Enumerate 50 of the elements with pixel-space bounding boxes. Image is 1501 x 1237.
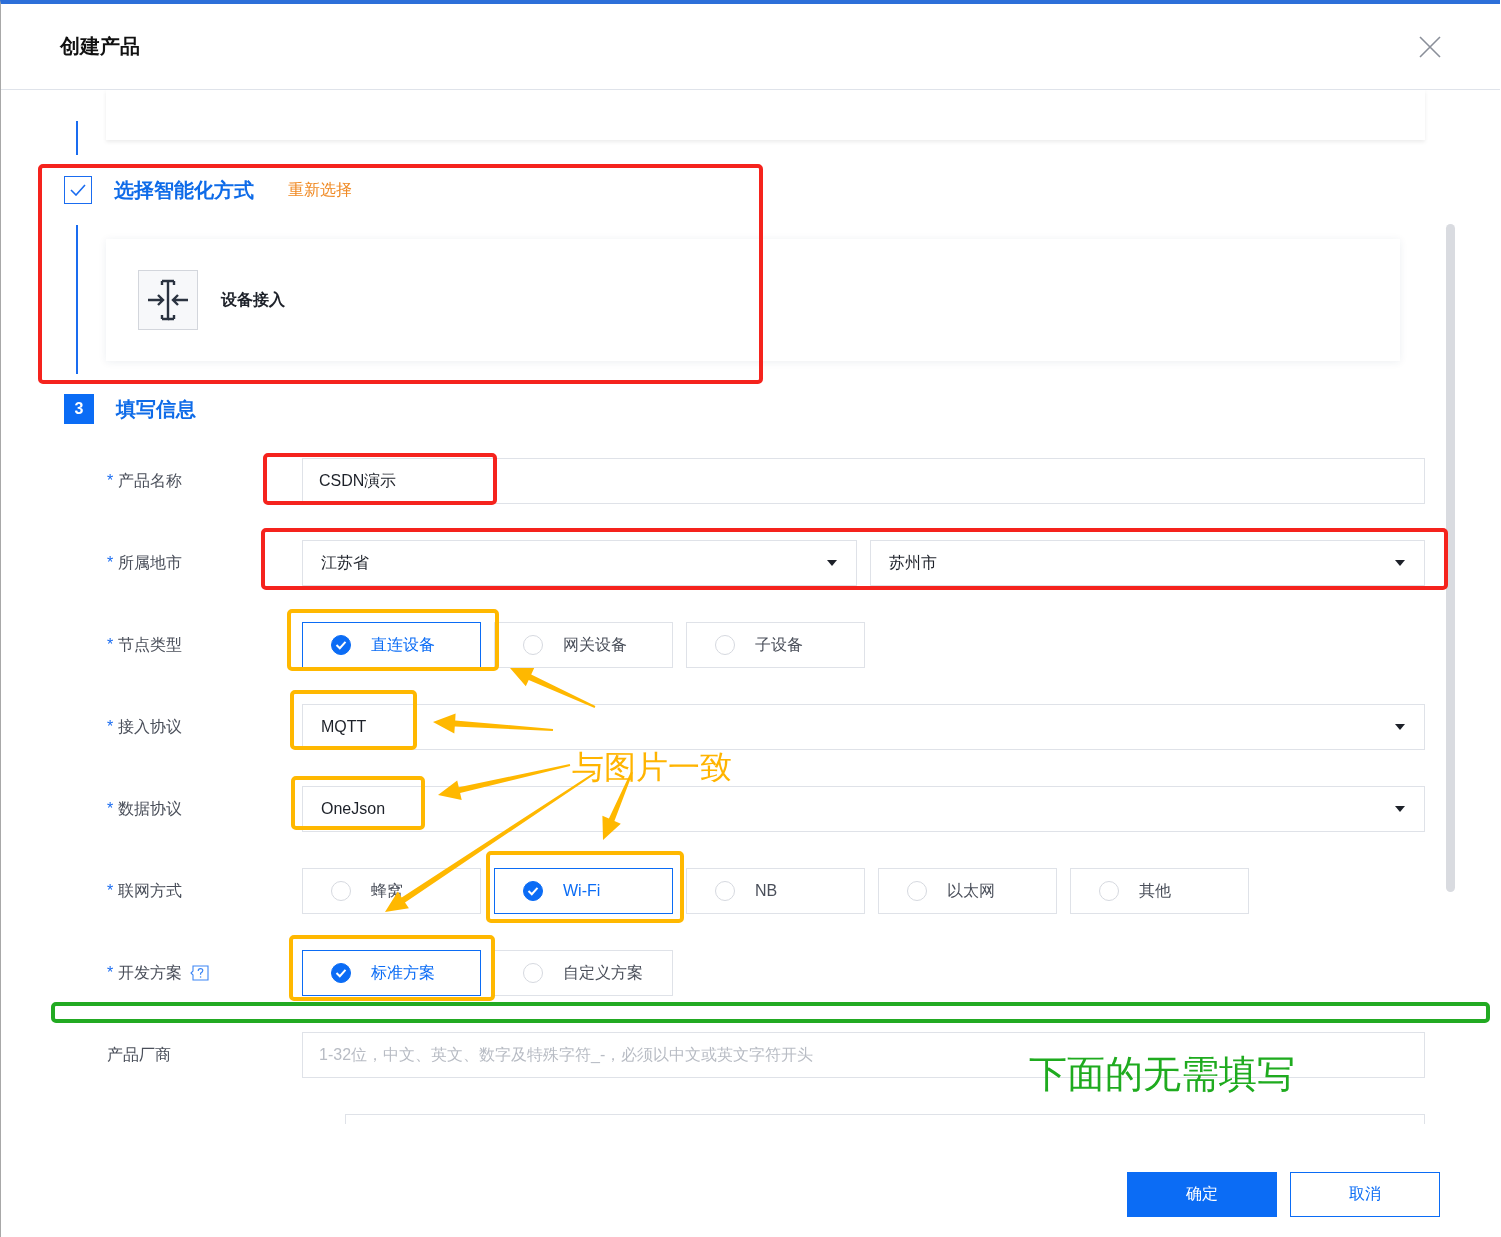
scrollbar[interactable] <box>1446 224 1455 892</box>
step-title: 选择智能化方式 <box>114 177 254 203</box>
field-label: 接入协议 <box>118 716 183 737</box>
help-icon[interactable] <box>190 965 210 981</box>
required-mark: * <box>107 554 114 572</box>
radio-option[interactable]: NB <box>686 868 865 914</box>
field-label: 联网方式 <box>118 880 183 901</box>
field-label: 产品名称 <box>118 470 183 491</box>
option-card[interactable]: 设备接入 <box>106 239 1400 361</box>
select-field[interactable]: MQTT <box>302 704 1425 750</box>
radio-option[interactable]: 自定义方案 <box>494 950 673 996</box>
merge-arrows-icon <box>138 270 198 330</box>
select-field[interactable]: 江苏省 <box>302 540 857 586</box>
step-number: 3 <box>64 394 94 424</box>
step-title: 填写信息 <box>116 396 196 422</box>
field-label: 产品厂商 <box>107 1044 171 1065</box>
caret-icon <box>827 560 837 566</box>
radio-option[interactable]: 直连设备 <box>302 622 481 668</box>
field-label: 所属地市 <box>118 552 183 573</box>
required-mark: * <box>107 718 114 736</box>
confirm-button[interactable]: 确定 <box>1127 1172 1277 1217</box>
cancel-button[interactable]: 取消 <box>1290 1172 1440 1217</box>
select-field[interactable]: OneJson <box>302 786 1425 832</box>
radio-option[interactable]: Wi-Fi <box>494 868 673 914</box>
required-mark: * <box>107 964 114 982</box>
radio-option[interactable]: 其他 <box>1070 868 1249 914</box>
required-mark: * <box>107 800 114 818</box>
option-label: 设备接入 <box>221 289 285 310</box>
dialog-title: 创建产品 <box>60 34 140 59</box>
caret-icon <box>1395 806 1405 812</box>
select-field[interactable]: 苏州市 <box>870 540 1425 586</box>
required-mark: * <box>107 636 114 654</box>
radio-option[interactable]: 标准方案 <box>302 950 481 996</box>
radio-option[interactable]: 网关设备 <box>494 622 673 668</box>
step-check-icon <box>64 176 92 204</box>
check-circle-icon <box>331 635 351 655</box>
annotation-text: 与图片一致 <box>572 751 732 783</box>
required-mark: * <box>107 472 114 490</box>
radio-option[interactable]: 子设备 <box>686 622 865 668</box>
check-circle-icon <box>523 881 543 901</box>
caret-icon <box>1395 560 1405 566</box>
field-label: 开发方案 <box>118 962 183 983</box>
field-label: 节点类型 <box>118 634 183 655</box>
radio-option[interactable]: 以太网 <box>878 868 1057 914</box>
caret-icon <box>1395 724 1405 730</box>
check-circle-icon <box>331 963 351 983</box>
close-button[interactable] <box>1419 35 1441 58</box>
field-label: 数据协议 <box>118 798 183 819</box>
input-field[interactable]: CSDN演示 <box>302 458 1425 504</box>
required-mark: * <box>107 882 114 900</box>
